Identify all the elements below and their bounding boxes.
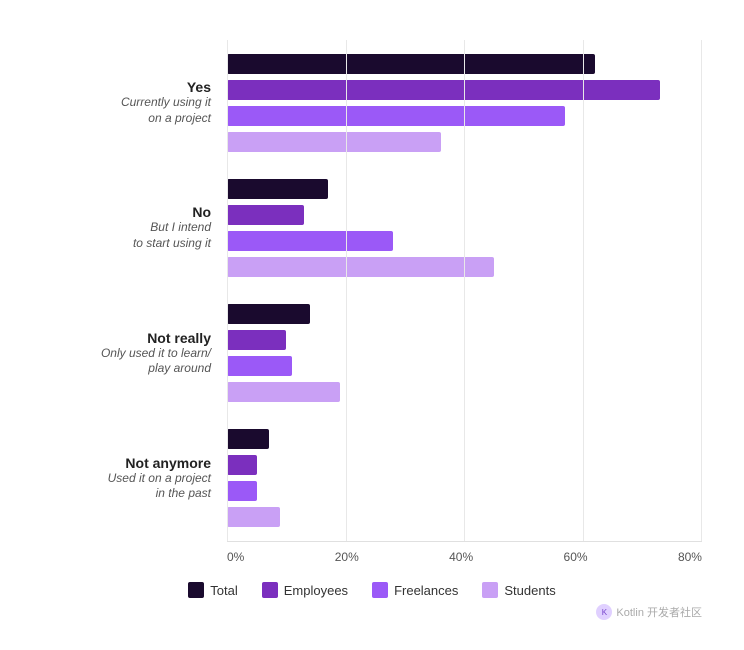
bar-row [227, 105, 702, 127]
bar-row [227, 428, 702, 450]
legend-item-students: Students [482, 582, 555, 598]
legend-item-freelances: Freelances [372, 582, 458, 598]
group-title-yes: Yes [187, 79, 211, 95]
legend-label-students: Students [504, 583, 555, 598]
bar-yes-total [227, 54, 595, 74]
group-subtitle-yes: Currently using iton a project [121, 95, 211, 126]
bar-row [227, 480, 702, 502]
x-label-2: 40% [449, 550, 473, 564]
chart-container: YesCurrently using iton a project NoBut I… [12, 10, 732, 640]
bar-not-anymore-freelances [227, 481, 257, 501]
legend-label-freelances: Freelances [394, 583, 458, 598]
bar-row [227, 256, 702, 278]
group-label-no: NoBut I intendto start using it [42, 204, 227, 251]
group-label-not-really: Not reallyOnly used it to learn/play aro… [42, 330, 227, 377]
group-label-not-anymore: Not anymoreUsed it on a projectin the pa… [42, 455, 227, 502]
group-subtitle-not-anymore: Used it on a projectin the past [108, 471, 211, 502]
legend-swatch-total [188, 582, 204, 598]
bars-not-anymore [227, 428, 702, 528]
watermark-icon: K [596, 604, 612, 620]
x-label-1: 20% [335, 550, 359, 564]
bars-no [227, 178, 702, 278]
group-yes: YesCurrently using iton a project [42, 53, 702, 153]
bar-row [227, 303, 702, 325]
bar-not-anymore-employees [227, 455, 257, 475]
bar-row [227, 204, 702, 226]
x-label-4: 80% [678, 550, 702, 564]
bar-row [227, 454, 702, 476]
bar-row [227, 79, 702, 101]
bars-yes [227, 53, 702, 153]
bar-no-students [227, 257, 494, 277]
group-no: NoBut I intendto start using it [42, 178, 702, 278]
group-label-yes: YesCurrently using iton a project [42, 79, 227, 126]
x-label-0: 0% [227, 550, 244, 564]
bar-no-employees [227, 205, 304, 225]
legend: Total Employees Freelances Students [42, 582, 702, 598]
bar-row [227, 131, 702, 153]
legend-item-employees: Employees [262, 582, 348, 598]
bar-not-really-students [227, 382, 340, 402]
group-subtitle-not-really: Only used it to learn/play around [101, 346, 211, 377]
bar-no-freelances [227, 231, 393, 251]
bar-not-really-employees [227, 330, 286, 350]
group-subtitle-no: But I intendto start using it [133, 220, 211, 251]
bar-row [227, 355, 702, 377]
bar-no-total [227, 179, 328, 199]
group-title-not-really: Not really [147, 330, 211, 346]
legend-swatch-students [482, 582, 498, 598]
bar-not-really-freelances [227, 356, 292, 376]
bar-row [227, 329, 702, 351]
chart-body: YesCurrently using iton a project NoBut I… [42, 40, 702, 541]
bar-not-anymore-students [227, 507, 280, 527]
watermark: K Kotlin 开发者社区 [42, 604, 702, 620]
watermark-text: Kotlin 开发者社区 [616, 604, 702, 620]
legend-swatch-employees [262, 582, 278, 598]
x-axis-labels: 0% 20% 40% 60% 80% [227, 550, 702, 564]
bar-row [227, 53, 702, 75]
x-axis: 0% 20% 40% 60% 80% [227, 541, 702, 564]
legend-swatch-freelances [372, 582, 388, 598]
bar-row [227, 506, 702, 528]
group-title-not-anymore: Not anymore [125, 455, 211, 471]
bar-not-anymore-total [227, 429, 269, 449]
bar-not-really-total [227, 304, 310, 324]
bar-row [227, 230, 702, 252]
group-title-no: No [192, 204, 211, 220]
bar-row [227, 178, 702, 200]
chart-rows-area: YesCurrently using iton a project NoBut I… [42, 40, 702, 541]
legend-item-total: Total [188, 582, 237, 598]
bars-not-really [227, 303, 702, 403]
bar-row [227, 381, 702, 403]
x-label-3: 60% [564, 550, 588, 564]
bar-yes-students [227, 132, 441, 152]
legend-label-total: Total [210, 583, 237, 598]
group-not-really: Not reallyOnly used it to learn/play aro… [42, 303, 702, 403]
legend-label-employees: Employees [284, 583, 348, 598]
group-not-anymore: Not anymoreUsed it on a projectin the pa… [42, 428, 702, 528]
bar-yes-employees [227, 80, 660, 100]
bar-yes-freelances [227, 106, 565, 126]
